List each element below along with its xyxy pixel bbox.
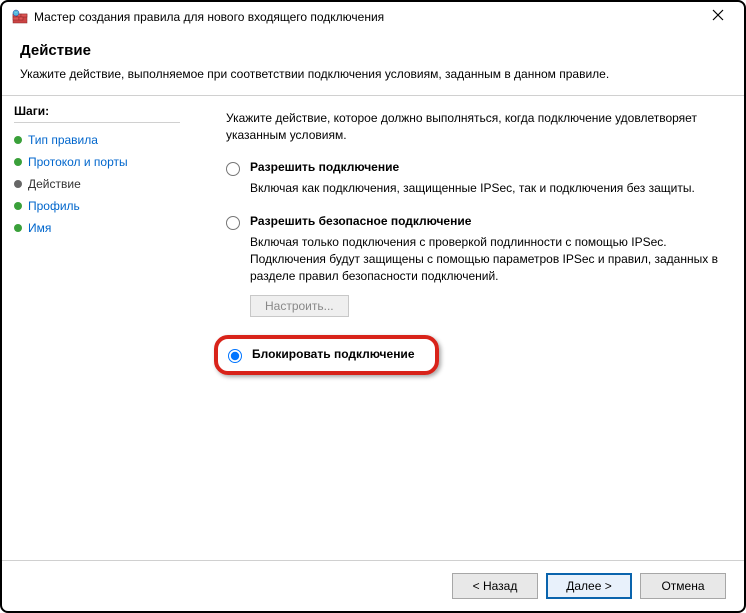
radio-block[interactable] [228,349,242,363]
bullet-icon [14,224,22,232]
steps-title: Шаги: [14,104,180,123]
step-rule-type[interactable]: Тип правила [14,129,180,151]
option-allow-secure-label: Разрешить безопасное подключение [250,214,471,230]
step-protocol-ports[interactable]: Протокол и порты [14,151,180,173]
bullet-icon [14,202,22,210]
option-allow-secure: Разрешить безопасное подключение Включая… [226,214,722,316]
back-button[interactable]: < Назад [452,573,538,599]
next-button[interactable]: Далее > [546,573,632,599]
step-label: Профиль [28,199,80,213]
steps-panel: Шаги: Тип правила Протокол и порты Дейст… [2,96,192,560]
option-block: Блокировать подключение [226,335,722,375]
cancel-button[interactable]: Отмена [640,573,726,599]
option-allow: Разрешить подключение Включая как подклю… [226,160,722,197]
option-block-label: Блокировать подключение [252,347,415,363]
wizard-window: Мастер создания правила для нового входя… [0,0,746,613]
option-block-row[interactable]: Блокировать подключение [228,347,415,363]
page-subtitle: Укажите действие, выполняемое при соотве… [20,67,726,81]
body: Шаги: Тип правила Протокол и порты Дейст… [2,96,744,560]
step-label: Тип правила [28,133,98,147]
bullet-icon [14,158,22,166]
radio-allow-secure[interactable] [226,216,240,230]
option-allow-secure-row[interactable]: Разрешить безопасное подключение [226,214,722,230]
window-title: Мастер создания правила для нового входя… [34,10,698,24]
option-allow-label: Разрешить подключение [250,160,399,176]
footer: < Назад Далее > Отмена [2,560,744,611]
bullet-icon [14,180,22,188]
firewall-icon [12,9,28,25]
step-label: Имя [28,221,51,235]
option-allow-secure-desc: Включая только подключения с проверкой п… [250,234,722,284]
step-label: Действие [28,177,81,191]
header: Действие Укажите действие, выполняемое п… [2,32,744,95]
titlebar: Мастер создания правила для нового входя… [2,2,744,32]
step-name[interactable]: Имя [14,217,180,239]
content-panel: Укажите действие, которое должно выполня… [192,96,744,560]
page-title: Действие [20,42,726,59]
step-label: Протокол и порты [28,155,128,169]
option-allow-row[interactable]: Разрешить подключение [226,160,722,176]
bullet-icon [14,136,22,144]
option-allow-desc: Включая как подключения, защищенные IPSe… [250,180,722,197]
step-profile[interactable]: Профиль [14,195,180,217]
radio-allow[interactable] [226,162,240,176]
close-button[interactable] [698,2,738,28]
highlight-box: Блокировать подключение [214,335,439,375]
intro-text: Укажите действие, которое должно выполня… [226,110,722,144]
configure-button: Настроить... [250,295,349,317]
step-action: Действие [14,173,180,195]
